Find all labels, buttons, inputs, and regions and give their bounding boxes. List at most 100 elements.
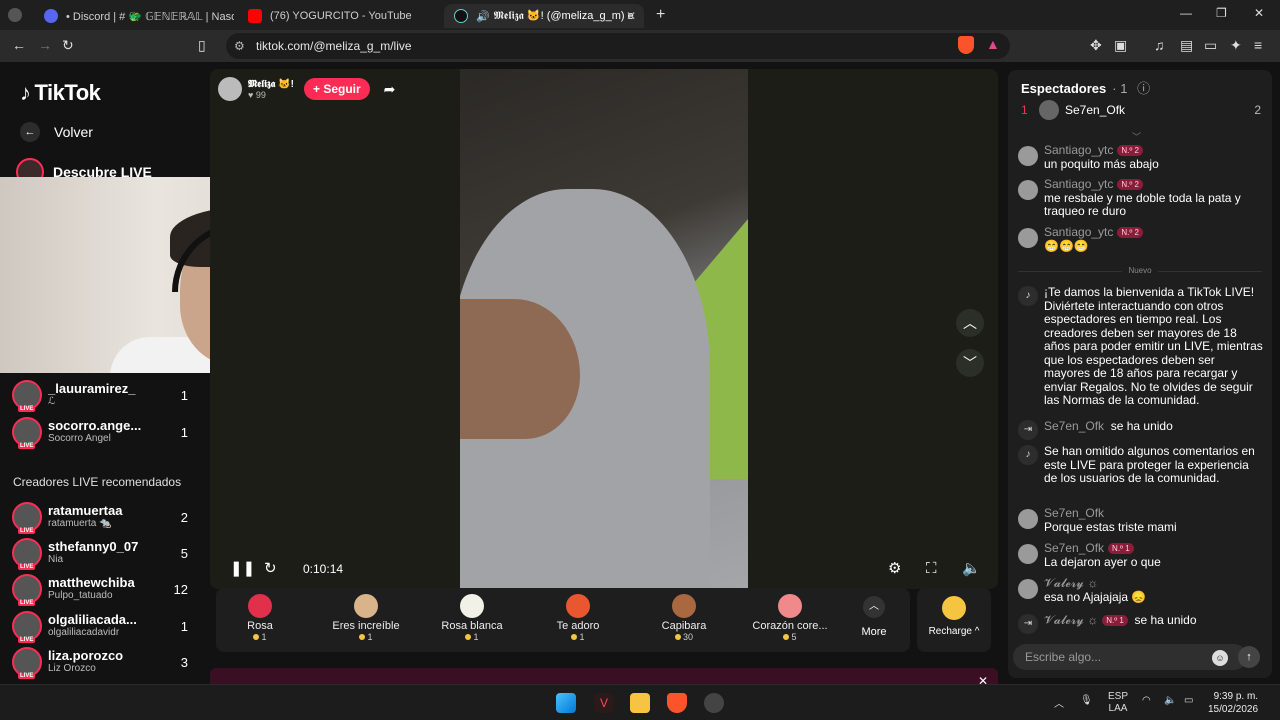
chat-message: Santiago_ytc N.º 2 un poquito más abajo: [1018, 143, 1264, 171]
file-explorer-icon[interactable]: [630, 693, 650, 713]
avatar[interactable]: [1018, 228, 1038, 248]
bookmark-icon[interactable]: ▯: [198, 37, 206, 54]
extensions-icon[interactable]: ✥: [1090, 37, 1102, 54]
next-live-button[interactable]: ﹀: [956, 349, 984, 377]
host-name[interactable]: 𝕸𝖊𝖑𝖎𝖟𝖆 🐱!: [248, 79, 294, 90]
brave-icon[interactable]: [667, 693, 687, 713]
battery-icon[interactable]: ▭: [1184, 695, 1193, 706]
recharge-button[interactable]: Recharge ^: [917, 588, 991, 652]
gift-price: 30: [636, 632, 732, 642]
viewer-count: 5: [180, 546, 188, 561]
system-message: ♪ ¡Te damos la bienvenida a TikTok LIVE!…: [1018, 285, 1264, 408]
host-avatar[interactable]: [218, 77, 242, 101]
avatar[interactable]: [1018, 180, 1038, 200]
windows-start-icon[interactable]: [556, 693, 576, 713]
gift-capibara[interactable]: Capibara 30: [636, 594, 732, 642]
back-arrow-icon[interactable]: ←: [12, 37, 26, 53]
info-icon[interactable]: ⓘ: [1137, 81, 1150, 96]
back-button[interactable]: ← Volver: [20, 122, 93, 142]
tab-discord[interactable]: • Discord | # 🐲 𝔾𝔼ℕ𝔼ℝ𝔸𝕃 | Nasdaq: [34, 4, 234, 28]
browser-menu-icon[interactable]: [8, 8, 22, 22]
recommended-live-item[interactable]: LIVE olgaliliacada... olgaliliacadavidr …: [12, 611, 200, 643]
avatar[interactable]: [1018, 146, 1038, 166]
tray-chevron-icon[interactable]: ︿: [1054, 695, 1064, 710]
gift-price: 5: [742, 632, 838, 642]
tab-tiktok[interactable]: 🔊 𝕸𝖊𝖑𝖎𝖟𝖆 🐱! (@meliza_g_m) est ✕: [444, 4, 644, 28]
browser-menu-icon[interactable]: ≡: [1254, 37, 1262, 53]
chat-username[interactable]: Se7en_Ofk: [1044, 506, 1104, 520]
brave-rewards-icon[interactable]: ▲: [986, 36, 1000, 52]
tab-label: • Discord | # 🐲 𝔾𝔼ℕ𝔼ℝ𝔸𝕃 | Nasdaq: [66, 10, 234, 23]
promo-banner[interactable]: [210, 668, 998, 684]
valorant-icon[interactable]: V: [594, 693, 614, 713]
following-live-item[interactable]: LIVE _lauuramirez_ ℒ 1: [12, 380, 200, 412]
wallet-icon[interactable]: ▭: [1204, 37, 1217, 54]
close-window-icon[interactable]: ✕: [1254, 6, 1264, 20]
share-icon[interactable]: ➦: [384, 81, 396, 98]
chat-username[interactable]: Se7en_Ofk: [1044, 419, 1104, 433]
reload-icon[interactable]: ↻: [62, 37, 74, 54]
wifi-icon[interactable]: ◠: [1142, 695, 1151, 706]
screenshot-icon[interactable]: ▣: [1114, 37, 1127, 54]
refresh-icon[interactable]: ↻: [264, 559, 277, 577]
finger-heart-icon: [778, 594, 802, 618]
gift-rosa[interactable]: Rosa 1: [212, 594, 308, 642]
gift-te-adoro[interactable]: Te adoro 1: [530, 594, 626, 642]
close-tab-icon[interactable]: ✕: [626, 9, 636, 23]
gift-name: Capibara: [661, 620, 707, 632]
chat-username[interactable]: Santiago_ytc: [1044, 225, 1113, 239]
gift-eres-increible[interactable]: Eres increíble 1: [318, 594, 414, 642]
site-info-icon[interactable]: ⚙: [234, 33, 245, 59]
emoji-icon[interactable]: ☺: [1212, 650, 1228, 666]
chat-username[interactable]: Se7en_Ofk: [1044, 541, 1104, 555]
following-live-item[interactable]: LIVE socorro.ange... Socorro Angel 1: [12, 417, 200, 449]
leo-ai-icon[interactable]: ✦: [1230, 37, 1242, 54]
gift-corazon[interactable]: Corazón core... 5: [742, 594, 838, 642]
tab-youtube[interactable]: (76) YOGURCITO - YouTube: [238, 4, 438, 28]
new-tab-button[interactable]: +: [656, 6, 665, 24]
forward-arrow-icon[interactable]: →: [38, 37, 52, 53]
address-bar[interactable]: ⚙ tiktok.com/@meliza_g_m/live: [226, 33, 1010, 59]
system-clock[interactable]: 9:39 p. m. 15/02/2026: [1208, 690, 1258, 716]
fullscreen-icon[interactable]: ⛶: [926, 560, 937, 577]
recommended-live-item[interactable]: LIVE sthefanny0_07 Nia 5: [12, 538, 200, 570]
recommended-live-item[interactable]: LIVE matthewchiba Pulpo_tatuado 12: [12, 574, 200, 606]
live-creator-name: olgaliliacada...: [48, 613, 137, 627]
chat-username[interactable]: 𝓥𝓪𝓵𝓮𝓻𝔂 ☼: [1044, 576, 1098, 590]
minimize-icon[interactable]: —: [1180, 6, 1192, 20]
recommended-live-item[interactable]: LIVE ratamuertaa ratamuerta 🐀 2: [12, 502, 200, 534]
chat-panel: Espectadores · 1 ⓘ 1 Se7en_Ofk 2 ﹀ Santia…: [1008, 70, 1272, 678]
maximize-icon[interactable]: ❐: [1216, 6, 1227, 20]
live-video[interactable]: [460, 69, 748, 589]
volume-icon[interactable]: 🔈: [962, 559, 981, 577]
gift-rosa-blanca[interactable]: Rosa blanca 1: [424, 594, 520, 642]
viewer-count: 1: [180, 619, 188, 634]
follow-button[interactable]: + Seguir: [303, 78, 370, 100]
chat-username[interactable]: Santiago_ytc: [1044, 177, 1113, 191]
volume-tray-icon[interactable]: 🔈: [1164, 695, 1176, 706]
avatar[interactable]: [1018, 544, 1038, 564]
pause-icon[interactable]: ❚❚: [230, 559, 255, 577]
gift-price: 1: [530, 632, 626, 642]
sidebar-toggle-icon[interactable]: ▤: [1180, 37, 1193, 54]
media-icon[interactable]: ♫: [1154, 37, 1165, 53]
live-video-stage[interactable]: 𝕸𝖊𝖑𝖎𝖟𝖆 🐱! ♥ 99 + Seguir ➦ ︿ ﹀ ❚❚ ↻ 0:10:…: [210, 69, 998, 589]
settings-icon[interactable]: ⚙: [888, 559, 901, 577]
chevron-down-icon[interactable]: ﹀: [1132, 130, 1141, 143]
discord-taskbar-icon[interactable]: [704, 693, 724, 713]
avatar[interactable]: [1018, 509, 1038, 529]
chat-username[interactable]: 𝓥𝓪𝓵𝓮𝓻𝔂 ☼: [1044, 613, 1098, 627]
chat-message: Santiago_ytc N.º 2 me resbale y me doble t…: [1018, 177, 1264, 219]
previous-live-button[interactable]: ︿: [956, 309, 984, 337]
top-viewer-row[interactable]: 1 Se7en_Ofk 2: [1021, 100, 1261, 120]
tiktok-logo[interactable]: ♪ TikTok: [20, 80, 101, 106]
more-gifts-button[interactable]: ︿ More: [856, 596, 892, 638]
language-indicator[interactable]: ESP LAA: [1108, 691, 1128, 715]
recommended-live-item[interactable]: LIVE liza.porozco Liz Orozco 3: [12, 647, 200, 679]
microphone-icon[interactable]: 🎙: [1080, 695, 1093, 706]
brave-shield-icon[interactable]: [958, 36, 974, 54]
send-icon[interactable]: ↑: [1238, 646, 1260, 668]
chat-username[interactable]: Santiago_ytc: [1044, 143, 1113, 157]
audio-icon[interactable]: 🔊: [476, 10, 490, 23]
avatar[interactable]: [1018, 579, 1038, 599]
